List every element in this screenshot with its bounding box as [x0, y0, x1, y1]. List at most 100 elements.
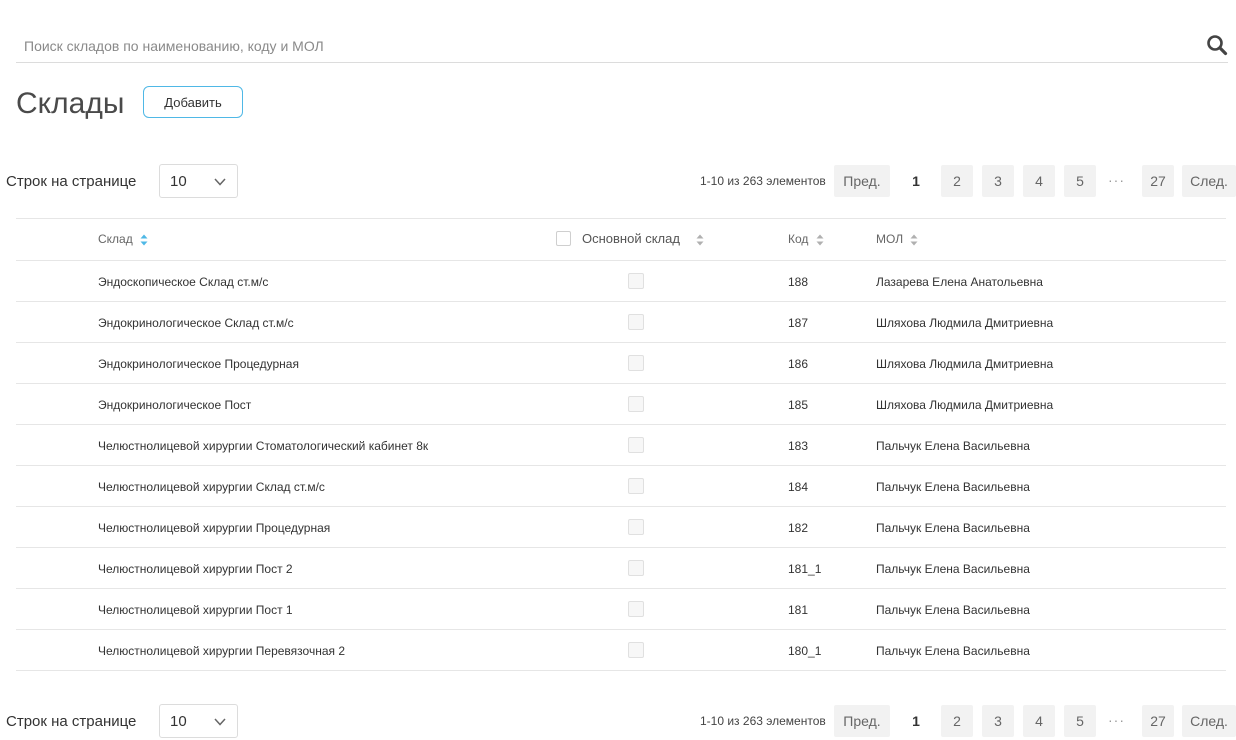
column-header-label: Код	[788, 232, 809, 246]
page-button[interactable]: 5	[1064, 165, 1096, 197]
column-header-label: Склад	[98, 232, 133, 246]
cell-code: 180_1	[788, 644, 822, 658]
page-button[interactable]: 4	[1023, 705, 1055, 737]
page-button[interactable]: 3	[982, 705, 1014, 737]
table-row[interactable]: Эндоскопическое Склад ст.м/с 188 Лазарев…	[16, 261, 1226, 302]
cell-name: Эндоскопическое Склад ст.м/с	[98, 275, 269, 289]
table-row[interactable]: Челюстнолицевой хирургии Склад ст.м/с 18…	[16, 466, 1226, 507]
column-header-label: МОЛ	[876, 232, 904, 246]
table-row[interactable]: Челюстнолицевой хирургии Пост 1 181 Паль…	[16, 589, 1226, 630]
page-button[interactable]: 1	[900, 165, 932, 197]
table-row[interactable]: Эндокринологическое Склад ст.м/с 187 Шля…	[16, 302, 1226, 343]
pagination-info: 1-10 из 263 элементов	[700, 174, 826, 188]
cell-name: Эндокринологическое Склад ст.м/с	[98, 316, 294, 330]
cell-mol: Шляхова Людмила Дмитриевна	[876, 316, 1054, 330]
main-warehouse-checkbox	[628, 355, 644, 371]
main-warehouse-checkbox	[628, 601, 644, 617]
rows-per-page-label: Строк на странице	[6, 173, 137, 190]
cell-mol: Шляхова Людмила Дмитриевна	[876, 357, 1054, 371]
cell-mol: Пальчук Елена Васильевна	[876, 439, 1030, 453]
column-header-mol[interactable]: МОЛ	[876, 232, 918, 246]
rows-per-page-select[interactable]: 10	[159, 164, 238, 198]
cell-name: Челюстнолицевой хирургии Стоматологическ…	[98, 439, 429, 453]
cell-code: 185	[788, 398, 809, 412]
cell-name: Челюстнолицевой хирургии Склад ст.м/с	[98, 480, 325, 494]
table-row[interactable]: Эндокринологическое Пост 185 Шляхова Люд…	[16, 384, 1226, 425]
page-button[interactable]: 27	[1142, 165, 1174, 197]
column-header-code[interactable]: Код	[788, 232, 824, 246]
page-button[interactable]: 1	[900, 705, 932, 737]
table-row[interactable]: Челюстнолицевой хирургии Процедурная 182…	[16, 507, 1226, 548]
sort-icon[interactable]	[910, 234, 918, 246]
table-row[interactable]: Челюстнолицевой хирургии Перевязочная 2 …	[16, 630, 1226, 671]
search-icon[interactable]	[1206, 34, 1228, 56]
cell-code: 181_1	[788, 562, 822, 576]
page-button[interactable]: 2	[941, 705, 973, 737]
page-button[interactable]: 4	[1023, 165, 1055, 197]
cell-mol: Пальчук Елена Васильевна	[876, 603, 1030, 617]
next-button[interactable]: След.	[1182, 705, 1236, 737]
main-warehouse-header-checkbox[interactable]	[556, 231, 571, 246]
rows-per-page-value: 10	[170, 173, 187, 190]
table-header: Склад Основной склад Код МОЛ	[16, 218, 1226, 261]
add-button[interactable]: Добавить	[143, 86, 243, 118]
main-warehouse-checkbox	[628, 560, 644, 576]
page-title: Склады	[16, 87, 125, 120]
sort-icon[interactable]	[816, 234, 824, 246]
cell-name: Эндокринологическое Процедурная	[98, 357, 299, 371]
cell-code: 186	[788, 357, 809, 371]
sort-icon[interactable]	[696, 234, 704, 246]
search-input[interactable]	[24, 34, 1184, 58]
search-bar	[16, 30, 1228, 63]
cell-code: 187	[788, 316, 809, 330]
cell-name: Челюстнолицевой хирургии Перевязочная 2	[98, 644, 345, 658]
cell-name: Челюстнолицевой хирургии Процедурная	[98, 521, 331, 535]
main-warehouse-checkbox	[628, 396, 644, 412]
cell-code: 182	[788, 521, 809, 535]
main-warehouse-checkbox	[628, 314, 644, 330]
column-header-label: Основной склад	[582, 231, 680, 246]
main-warehouse-checkbox	[628, 478, 644, 494]
cell-name: Челюстнолицевой хирургии Пост 2	[98, 562, 293, 576]
cell-mol: Пальчук Елена Васильевна	[876, 480, 1030, 494]
column-header-main[interactable]: Основной склад	[582, 231, 704, 246]
cell-mol: Пальчук Елена Васильевна	[876, 644, 1030, 658]
next-button[interactable]: След.	[1182, 165, 1236, 197]
main-warehouse-checkbox	[628, 519, 644, 535]
rows-per-page-value: 10	[170, 713, 187, 730]
cell-mol: Лазарева Елена Анатольевна	[876, 275, 1043, 289]
table-row[interactable]: Эндокринологическое Процедурная 186 Шлях…	[16, 343, 1226, 384]
page-button[interactable]: 2	[941, 165, 973, 197]
rows-per-page-label: Строк на странице	[6, 713, 137, 730]
rows-per-page-select[interactable]: 10	[159, 704, 238, 738]
cell-name: Эндокринологическое Пост	[98, 398, 252, 412]
main-warehouse-checkbox	[628, 437, 644, 453]
pagination-ellipsis: ···	[1108, 712, 1125, 728]
column-header-name[interactable]: Склад	[98, 232, 148, 246]
cell-code: 183	[788, 439, 809, 453]
pagination-bottom: Строк на странице 10 1-10 из 263 элемент…	[0, 704, 1236, 740]
chevron-down-icon	[214, 718, 226, 726]
cell-code: 184	[788, 480, 809, 494]
prev-button[interactable]: Пред.	[834, 705, 890, 737]
page-button[interactable]: 5	[1064, 705, 1096, 737]
main-warehouse-checkbox	[628, 273, 644, 289]
table-row[interactable]: Челюстнолицевой хирургии Стоматологическ…	[16, 425, 1226, 466]
warehouse-table: Склад Основной склад Код МОЛ Эндоскопиче…	[16, 218, 1226, 671]
pagination-top: Строк на странице 10 1-10 из 263 элемент…	[0, 164, 1236, 200]
pagination-info: 1-10 из 263 элементов	[700, 714, 826, 728]
cell-name: Челюстнолицевой хирургии Пост 1	[98, 603, 293, 617]
sort-icon[interactable]	[140, 234, 148, 246]
cell-code: 188	[788, 275, 809, 289]
page-button[interactable]: 3	[982, 165, 1014, 197]
cell-mol: Пальчук Елена Васильевна	[876, 521, 1030, 535]
pagination-ellipsis: ···	[1108, 172, 1125, 188]
prev-button[interactable]: Пред.	[834, 165, 890, 197]
cell-mol: Шляхова Людмила Дмитриевна	[876, 398, 1054, 412]
main-warehouse-checkbox	[628, 642, 644, 658]
cell-code: 181	[788, 603, 809, 617]
chevron-down-icon	[214, 178, 226, 186]
table-row[interactable]: Челюстнолицевой хирургии Пост 2 181_1 Па…	[16, 548, 1226, 589]
page-button[interactable]: 27	[1142, 705, 1174, 737]
cell-mol: Пальчук Елена Васильевна	[876, 562, 1030, 576]
